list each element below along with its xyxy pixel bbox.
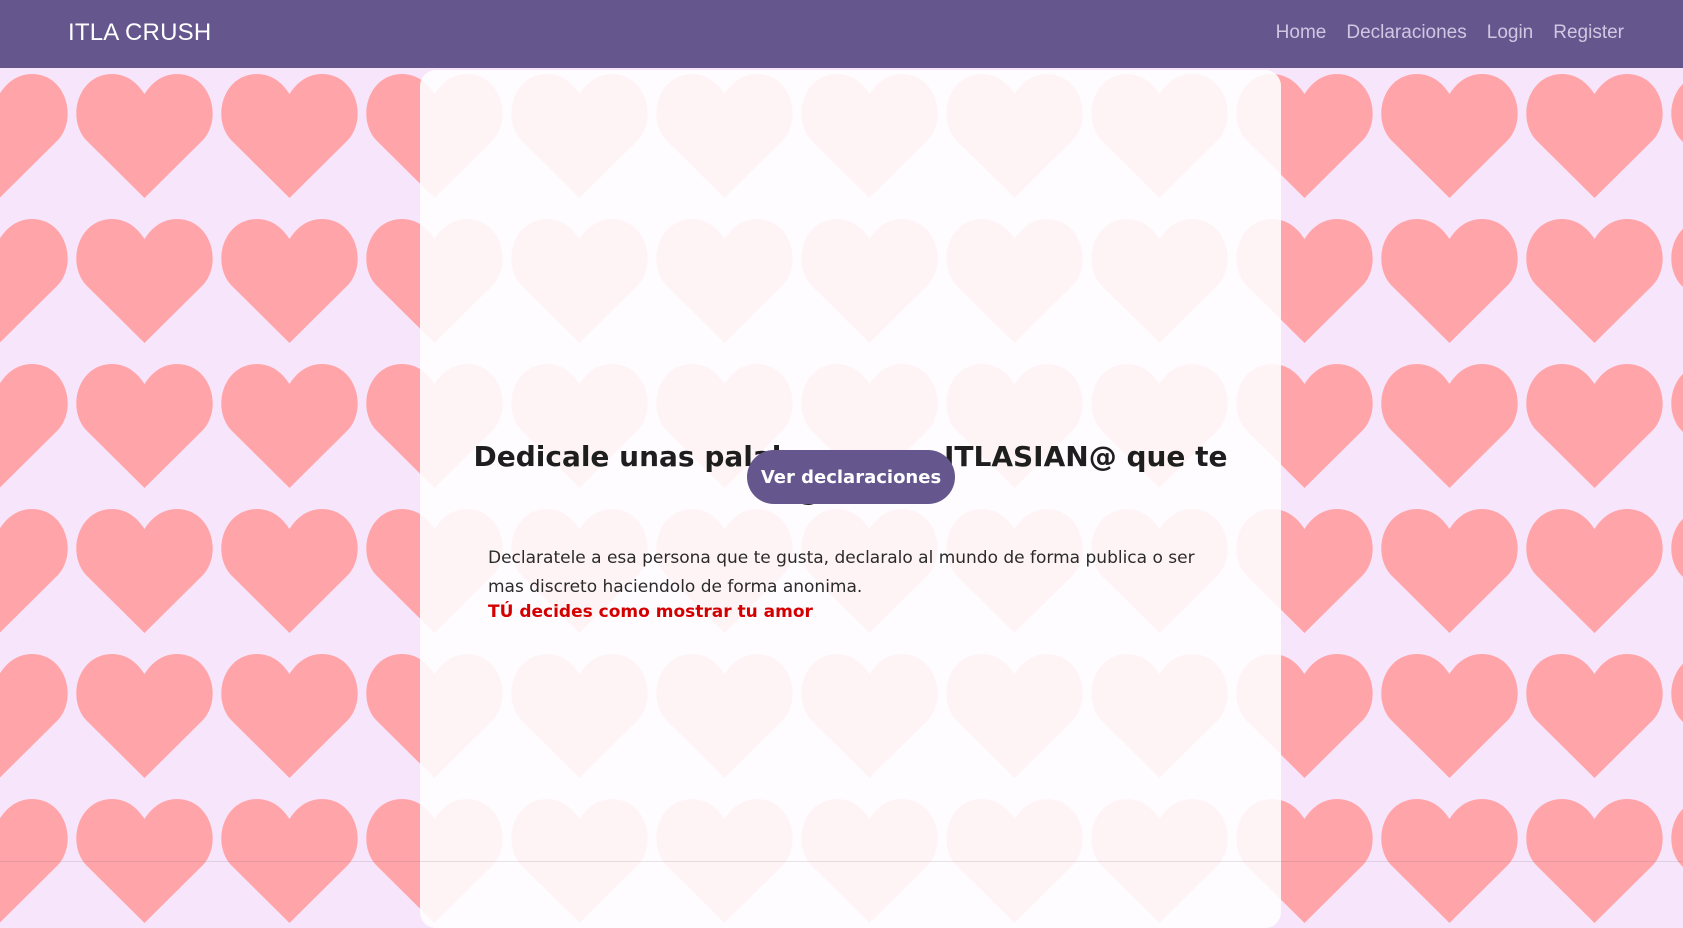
nav-link-login[interactable]: Login: [1487, 22, 1534, 44]
hero-card: Dedicale unas palabras a ese ITLASIAN@ q…: [420, 70, 1281, 928]
nav-links: Home Declaraciones Login Register: [1276, 22, 1624, 44]
hero-description: Declaratele a esa persona que te gusta, …: [488, 548, 1195, 597]
nav-link-declaraciones[interactable]: Declaraciones: [1346, 22, 1466, 44]
hero-highlight-text: TÚ decides como mostrar tu amor: [488, 602, 813, 622]
top-navbar: ITLA CRUSH Home Declaraciones Login Regi…: [0, 0, 1683, 68]
ver-declaraciones-button[interactable]: Ver declaraciones: [747, 450, 955, 504]
brand-logo-link[interactable]: ITLA CRUSH: [68, 19, 211, 47]
nav-link-register[interactable]: Register: [1553, 22, 1624, 44]
footer-divider: [0, 861, 1683, 862]
nav-link-home[interactable]: Home: [1276, 22, 1327, 44]
